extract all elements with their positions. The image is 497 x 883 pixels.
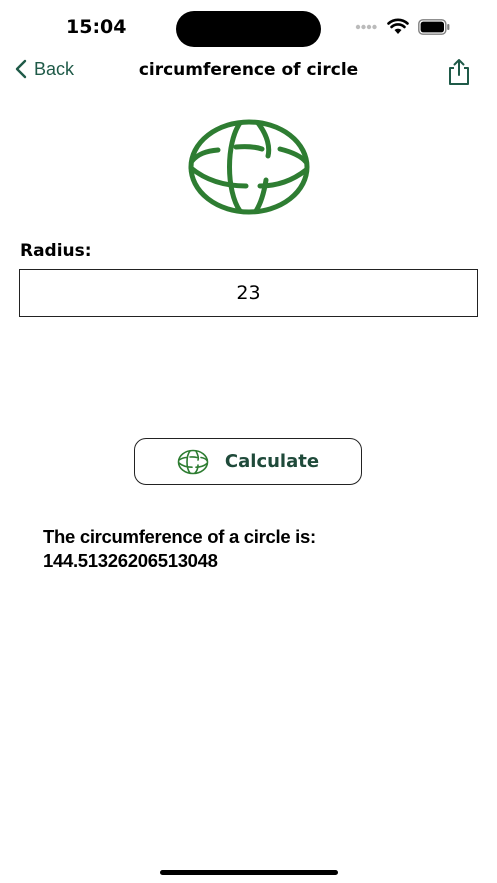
result-value: 144.51326206513048 xyxy=(43,550,218,571)
result-label: The circumference of a circle is: xyxy=(43,526,316,547)
dynamic-island xyxy=(176,11,321,47)
signal-dots-icon xyxy=(355,24,377,30)
globe-icon xyxy=(177,449,209,474)
page-title: circumference of circle xyxy=(138,60,359,80)
radius-input[interactable] xyxy=(19,269,478,317)
status-time: 15:04 xyxy=(66,16,127,38)
calculate-button-label: Calculate xyxy=(224,451,320,472)
share-icon[interactable] xyxy=(446,58,472,86)
result-text: The circumference of a circle is: 144.51… xyxy=(43,525,316,573)
globe-icon xyxy=(188,119,310,215)
battery-icon xyxy=(418,19,450,35)
calculate-button[interactable]: Calculate xyxy=(134,438,362,485)
home-indicator xyxy=(160,870,338,875)
wifi-icon xyxy=(387,18,409,34)
radius-label: Radius: xyxy=(20,241,92,261)
